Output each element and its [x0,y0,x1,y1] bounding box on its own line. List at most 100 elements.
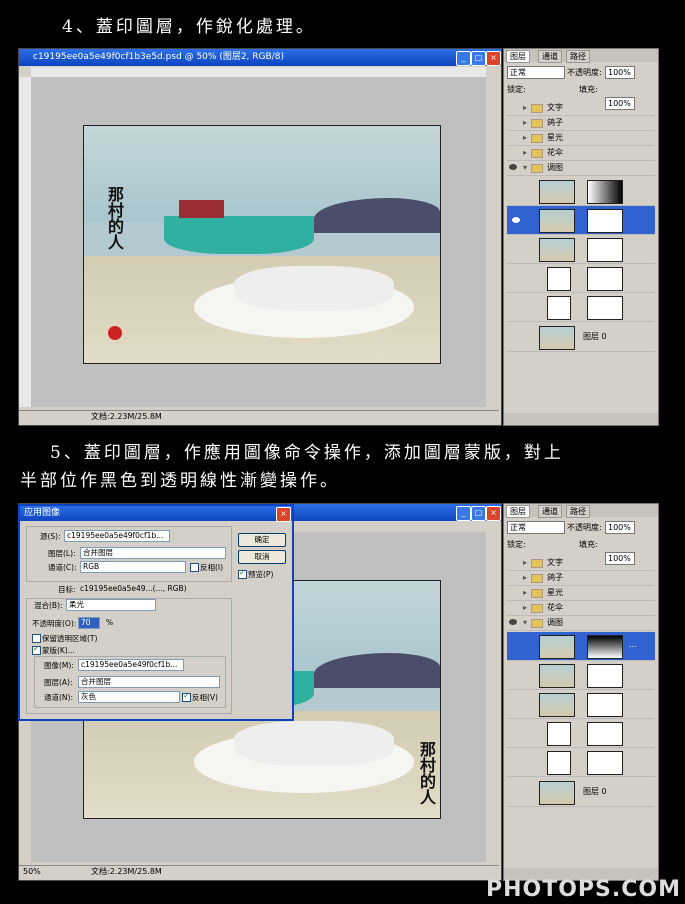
invert-checkbox[interactable] [190,563,199,572]
channel-label: 通道(C): [48,563,77,572]
status-doc-size: 文档:2.23M/25.8M [91,412,162,421]
opacity-field[interactable]: 100% [605,521,635,534]
mask-channel-select[interactable]: 灰色 [78,691,180,703]
mask-thumbnail[interactable] [587,238,623,262]
opacity-input[interactable]: 70 [78,617,100,629]
base-layer-row[interactable]: 图层 0 [507,323,655,352]
layer-row[interactable] [507,235,655,264]
dialog-title: 应用图像 [24,508,61,518]
maximize-button[interactable]: □ [471,506,486,521]
expand-arrow-icon[interactable]: ▸ [523,601,527,615]
layer-group-stars[interactable]: ▸ 星光 [507,586,655,601]
minimize-button[interactable]: _ [456,506,471,521]
collapse-arrow-icon[interactable]: ▾ [523,616,527,630]
layer-group-text[interactable]: ▸ 文字 [507,101,655,116]
expand-arrow-icon[interactable]: ▸ [523,116,527,130]
ok-button[interactable]: 确定 [238,533,286,547]
site-watermark: PHOTOPS.COM [485,877,681,902]
tab-channels[interactable]: 通道 [538,50,562,63]
layer-group-doves[interactable]: ▸ 鸽子 [507,116,655,131]
adjustment-icon [547,296,571,320]
eye-icon[interactable] [512,217,520,223]
layer-row[interactable] [507,690,655,719]
maximize-button[interactable]: □ [471,51,486,66]
couple [234,721,394,766]
mask-thumbnail[interactable] [587,209,623,233]
adjustment-layer-row[interactable] [507,719,655,748]
expand-arrow-icon[interactable]: ▸ [523,101,527,115]
adjustment-layer-row[interactable] [507,748,655,777]
eye-icon[interactable] [509,164,517,170]
opacity-field[interactable]: 100% [605,66,635,79]
expand-arrow-icon[interactable]: ▸ [523,571,527,585]
base-layer-row[interactable]: 图层 0 [507,778,655,807]
image-label: 图像(M): [44,661,74,670]
mask-thumbnail[interactable] [587,267,623,291]
mask-thumbnail[interactable] [587,751,623,775]
minimize-button[interactable]: _ [456,51,471,66]
layer-row[interactable] [507,177,655,206]
source-select[interactable]: c19195ee0a5e49f0cf1b... [64,530,170,542]
tab-channels[interactable]: 通道 [538,505,562,518]
layer-group-umbrella[interactable]: ▸ 花伞 [507,601,655,616]
blending-label: 混合(B): [34,601,63,610]
expand-arrow-icon[interactable]: ▸ [523,146,527,160]
cancel-button[interactable]: 取消 [238,550,286,564]
dialog-close-button[interactable]: × [276,507,291,522]
blend-mode-select[interactable]: 正常 [507,66,565,79]
horizontal-ruler [31,67,486,77]
eye-icon[interactable] [509,619,517,625]
dialog-title-bar[interactable]: 应用图像 [20,506,292,521]
preview-checkbox[interactable] [238,568,247,579]
expand-arrow-icon[interactable]: ▸ [523,556,527,570]
layer-label: 文字 [547,558,563,567]
mask-invert-checkbox[interactable] [182,691,191,702]
layer-row-selected[interactable] [507,206,655,235]
source-label: 源(S): [40,532,61,541]
mask-thumbnail[interactable] [587,722,623,746]
preserve-transparency-checkbox[interactable] [32,634,41,643]
preserve-transparency-label: 保留透明区域(T) [42,634,98,643]
collapse-arrow-icon[interactable]: ▾ [523,161,527,175]
layer-group-stars[interactable]: ▸ 星光 [507,131,655,146]
layer-group-text[interactable]: ▸ 文字 [507,556,655,571]
status-bar: 50% 文档:2.23M/25.8M [19,865,499,878]
adjustment-layer-row[interactable] [507,293,655,322]
tab-layers[interactable]: 图层 [506,50,530,63]
mask-thumbnail[interactable] [587,664,623,688]
expand-arrow-icon[interactable]: ▸ [523,131,527,145]
layer-row[interactable] [507,661,655,690]
folder-icon [531,604,543,613]
layer-label: 星光 [547,133,563,142]
layer-group-adjust[interactable]: ▾ 调图 [507,616,655,631]
layer-group-adjust[interactable]: ▾ 调图 [507,161,655,176]
layer-group-umbrella[interactable]: ▸ 花伞 [507,146,655,161]
layer-select[interactable]: 合并图层 [80,547,226,559]
document-window-top: c19195ee0a5e49f0cf1b3e5d.psd @ 50% (图层2,… [18,48,502,426]
layer-thumbnail [539,326,575,350]
canvas-area[interactable]: 那村的人 [31,77,486,407]
blend-mode-select[interactable]: 正常 [507,521,565,534]
expand-arrow-icon[interactable]: ▸ [523,586,527,600]
mask-layer-select[interactable]: 合并图层 [78,676,220,688]
tab-paths[interactable]: 路径 [566,505,590,518]
close-button[interactable]: × [486,51,501,66]
layer-group-doves[interactable]: ▸ 鸽子 [507,571,655,586]
document-title-bar[interactable]: c19195ee0a5e49f0cf1b3e5d.psd @ 50% (图层2,… [19,49,501,66]
invert-label: 反相(I) [200,563,224,572]
close-button[interactable]: × [486,506,501,521]
mask-thumbnail[interactable] [587,693,623,717]
blending-select[interactable]: 柔光 [66,599,156,611]
mask-thumbnail[interactable] [587,296,623,320]
tab-paths[interactable]: 路径 [566,50,590,63]
tab-layers[interactable]: 图层 [506,505,530,518]
adjustment-layer-row[interactable] [507,264,655,293]
mask-thumbnail[interactable] [587,180,623,204]
preview-label: 预览(P) [248,570,274,579]
mask-thumbnail[interactable] [587,635,623,659]
layer-row-selected[interactable]: ... [507,632,655,661]
image-select[interactable]: c19195ee0a5e49f0cf1b... [78,659,184,671]
mask-checkbox[interactable] [32,644,41,655]
status-zoom[interactable]: 50% [23,866,41,878]
channel-select[interactable]: RGB [80,561,186,573]
